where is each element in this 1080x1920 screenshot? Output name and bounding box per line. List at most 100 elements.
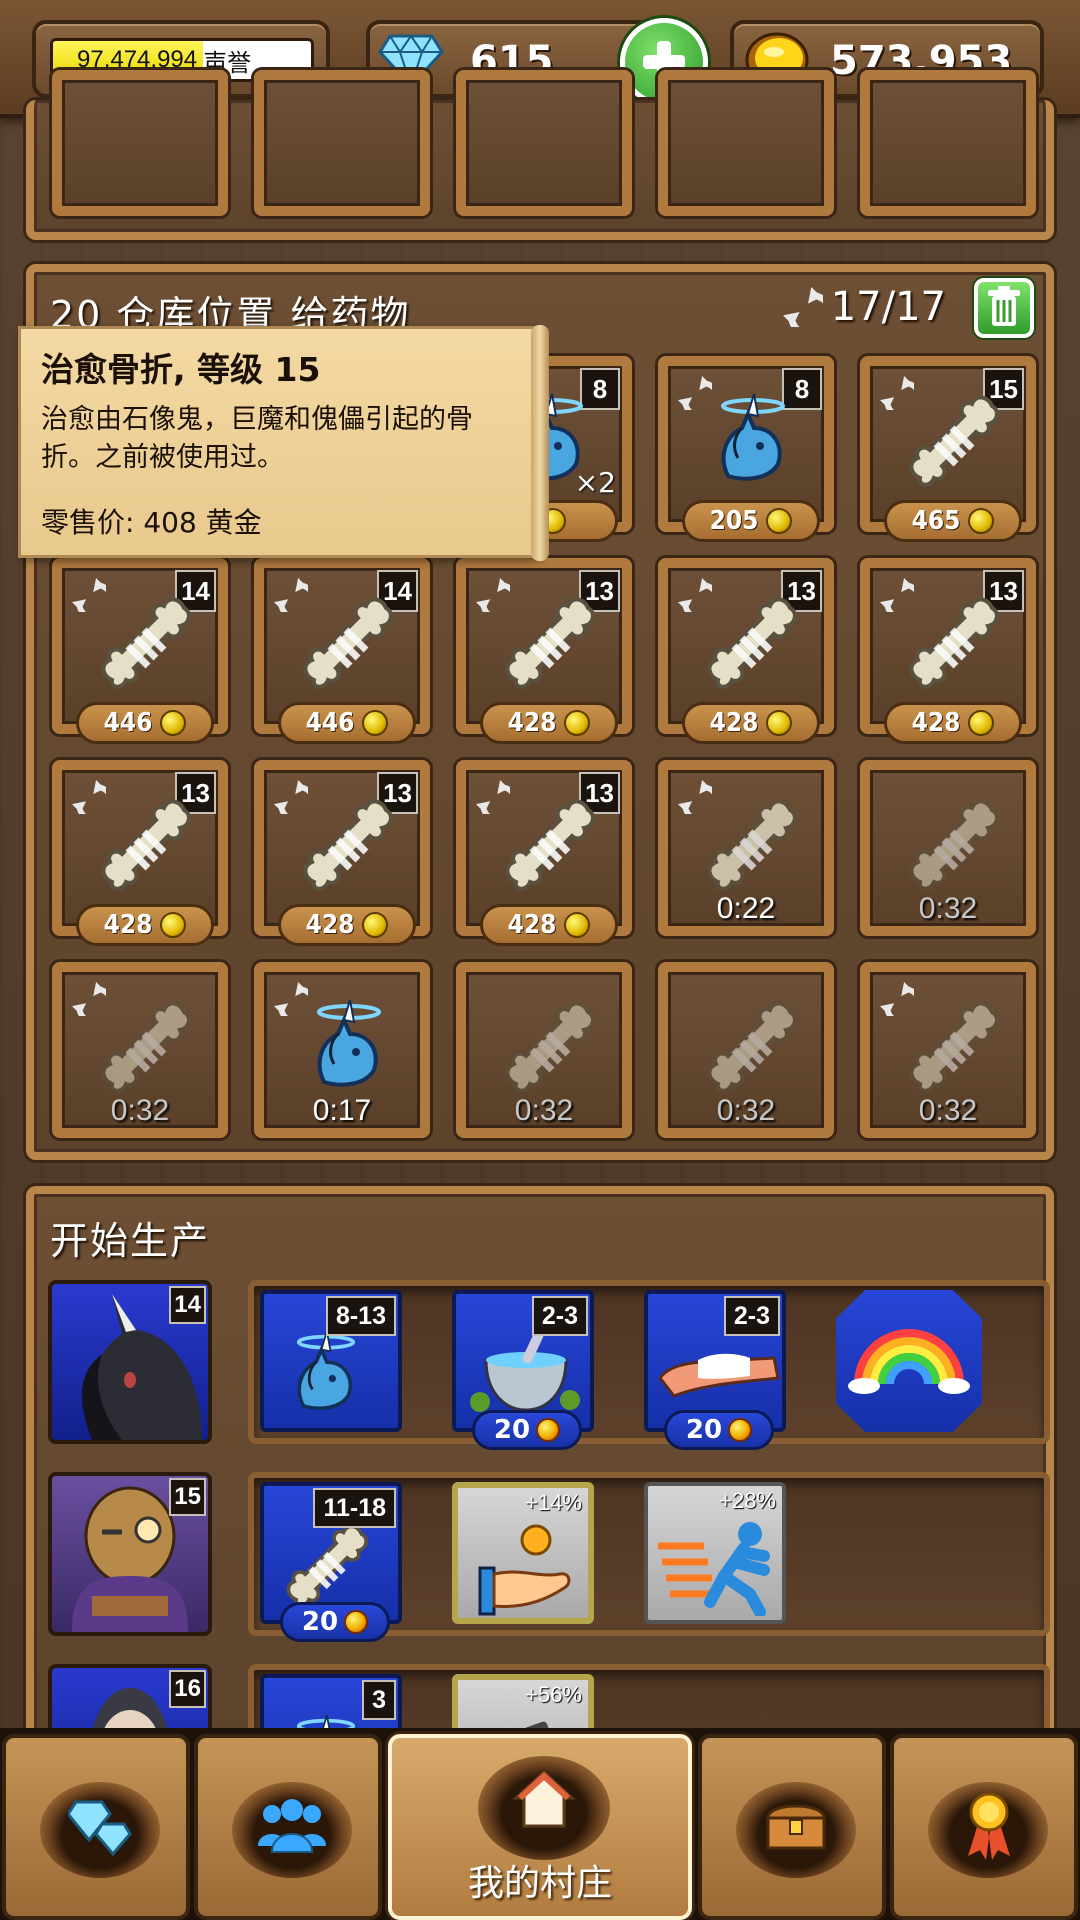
- bone-icon: [900, 386, 1010, 496]
- coin-icon: [766, 710, 793, 736]
- home-icon: [512, 1769, 576, 1828]
- worker-level: 14: [169, 1286, 206, 1324]
- storage-slot[interactable]: 0:32: [52, 962, 228, 1138]
- yield-range: 2-3: [531, 1296, 588, 1336]
- price-tag: 428: [682, 702, 820, 744]
- boost-sales[interactable]: +14%: [452, 1482, 594, 1624]
- worker-portrait-golem[interactable]: 15: [48, 1472, 212, 1636]
- nav-home-label: 我的村庄: [467, 1863, 612, 1904]
- bone-icon: [496, 790, 606, 900]
- coin-icon: [968, 508, 995, 534]
- mortar-herbs-icon: [470, 1330, 580, 1412]
- nav-achievements[interactable]: [890, 1734, 1078, 1920]
- tooltip-title: 治愈骨折, 等级 15: [41, 350, 321, 389]
- boost-percent: +14%: [525, 1490, 582, 1515]
- storage-slot[interactable]: 13 428: [860, 558, 1036, 744]
- storage-slot[interactable]: 14 446: [254, 558, 430, 744]
- storage-slot[interactable]: 0:32: [658, 962, 834, 1138]
- nav-my-village[interactable]: 我的村庄: [388, 1734, 692, 1920]
- running-man-icon: [658, 1522, 770, 1616]
- storage-slot[interactable]: 15 465: [860, 356, 1036, 542]
- price-tag: 428: [480, 904, 618, 946]
- tooltip-description: 治愈由石像鬼，巨魔和傀儡引起的骨折。之前被使用过。: [41, 404, 473, 473]
- nav-storage-chest[interactable]: [698, 1734, 886, 1920]
- storage-slot[interactable]: 0:32: [860, 962, 1036, 1138]
- boost-percent: +56%: [525, 1682, 582, 1707]
- production-panel: 开始生产 14 8-13 2-3 20 2-3 20 15 11-18 20 +…: [26, 1186, 1054, 1828]
- stack-multiplier: ×2: [574, 466, 616, 499]
- upper-storage-panel: [26, 70, 1054, 240]
- storage-slot[interactable]: 8 205: [658, 356, 834, 542]
- bone-icon: [698, 588, 808, 698]
- recipe-herbal-mortar[interactable]: 2-3 20: [452, 1290, 594, 1450]
- storage-slot[interactable]: 13 428: [456, 760, 632, 946]
- coin-icon: [362, 710, 389, 736]
- trash-button[interactable]: [974, 278, 1034, 338]
- bone-icon: [92, 588, 202, 698]
- coin-icon: [536, 1418, 561, 1442]
- boost-speed[interactable]: +28%: [644, 1482, 786, 1624]
- production-title: 开始生产: [50, 1219, 211, 1263]
- coin-icon: [968, 710, 995, 736]
- storage-slot[interactable]: 13 428: [658, 558, 834, 744]
- empty-slot[interactable]: [456, 70, 632, 216]
- storage-slot[interactable]: 0:32: [860, 760, 1036, 936]
- production-timer: 0:32: [110, 1094, 170, 1127]
- rainbow-icon: [848, 1329, 970, 1394]
- bone-icon: [900, 588, 1010, 698]
- bottom-navigation: 我的村庄: [0, 1728, 1080, 1920]
- storage-slot[interactable]: 13 428: [52, 760, 228, 946]
- ingredient-cost: 20: [280, 1602, 390, 1642]
- price-tag: 205: [682, 500, 820, 542]
- recipe-unicorn-potion[interactable]: 8-13: [260, 1290, 402, 1432]
- unicorn-potion-icon: [721, 392, 785, 481]
- nav-workers[interactable]: [194, 1734, 382, 1920]
- refresh-icon: [783, 287, 823, 327]
- capacity-value: 17/17: [830, 284, 946, 330]
- tooltip-price: 零售价: 408 黄金: [41, 506, 262, 539]
- bone-icon: [294, 588, 404, 698]
- yield-range: 2-3: [723, 1296, 780, 1336]
- price-tag: 428: [480, 702, 618, 744]
- bone-icon: [698, 992, 808, 1102]
- worker-level: 15: [169, 1478, 206, 1516]
- coin-icon: [766, 508, 793, 534]
- storage-slot[interactable]: 13 428: [254, 760, 430, 946]
- production-timer: 0:32: [716, 1094, 776, 1127]
- price-tag: 446: [278, 702, 416, 744]
- storage-slot[interactable]: 14 446: [52, 558, 228, 744]
- recipe-shelf: 11-18 20 +14% +28%: [248, 1472, 1050, 1642]
- coin-icon: [160, 912, 187, 938]
- coin-icon: [362, 912, 389, 938]
- price-tag: 465: [884, 500, 1022, 542]
- empty-slot[interactable]: [658, 70, 834, 216]
- storage-slot[interactable]: 0:17: [254, 962, 430, 1138]
- rainbow-boost[interactable]: [836, 1290, 982, 1432]
- storage-slot[interactable]: 13 428: [456, 558, 632, 744]
- storage-slot[interactable]: 0:32: [456, 962, 632, 1138]
- ingredient-cost: 20: [664, 1410, 774, 1450]
- empty-slot[interactable]: [52, 70, 228, 216]
- bone-icon: [278, 1516, 378, 1616]
- worker-level: 16: [169, 1670, 206, 1708]
- price-tag: 428: [278, 904, 416, 946]
- yield-range: 3: [362, 1680, 396, 1720]
- unicorn-potion-icon: [317, 998, 381, 1087]
- bone-icon: [92, 992, 202, 1102]
- gems-icon: [68, 1800, 132, 1856]
- bone-icon: [496, 588, 606, 698]
- recipe-shelf: 8-13 2-3 20 2-3 20: [248, 1280, 1050, 1450]
- empty-slot[interactable]: [254, 70, 430, 216]
- worker-portrait-unicorn[interactable]: 14: [48, 1280, 212, 1444]
- item-tooltip: 治愈骨折, 等级 15 治愈由石像鬼，巨魔和傀儡引起的骨折。之前被使用过。 零售…: [18, 325, 549, 561]
- recipe-bandaged-arm[interactable]: 2-3 20: [644, 1290, 786, 1450]
- price-tag: 428: [884, 702, 1022, 744]
- bone-icon: [900, 992, 1010, 1102]
- coin-icon: [564, 912, 591, 938]
- recipe-bone-fracture[interactable]: 11-18 20: [260, 1482, 402, 1642]
- award-ribbon-icon: [968, 1792, 1010, 1860]
- nav-gem-shop[interactable]: [2, 1734, 190, 1920]
- storage-slot[interactable]: 0:22: [658, 760, 834, 936]
- empty-slot[interactable]: [860, 70, 1036, 216]
- bandaged-arm-icon: [658, 1353, 780, 1398]
